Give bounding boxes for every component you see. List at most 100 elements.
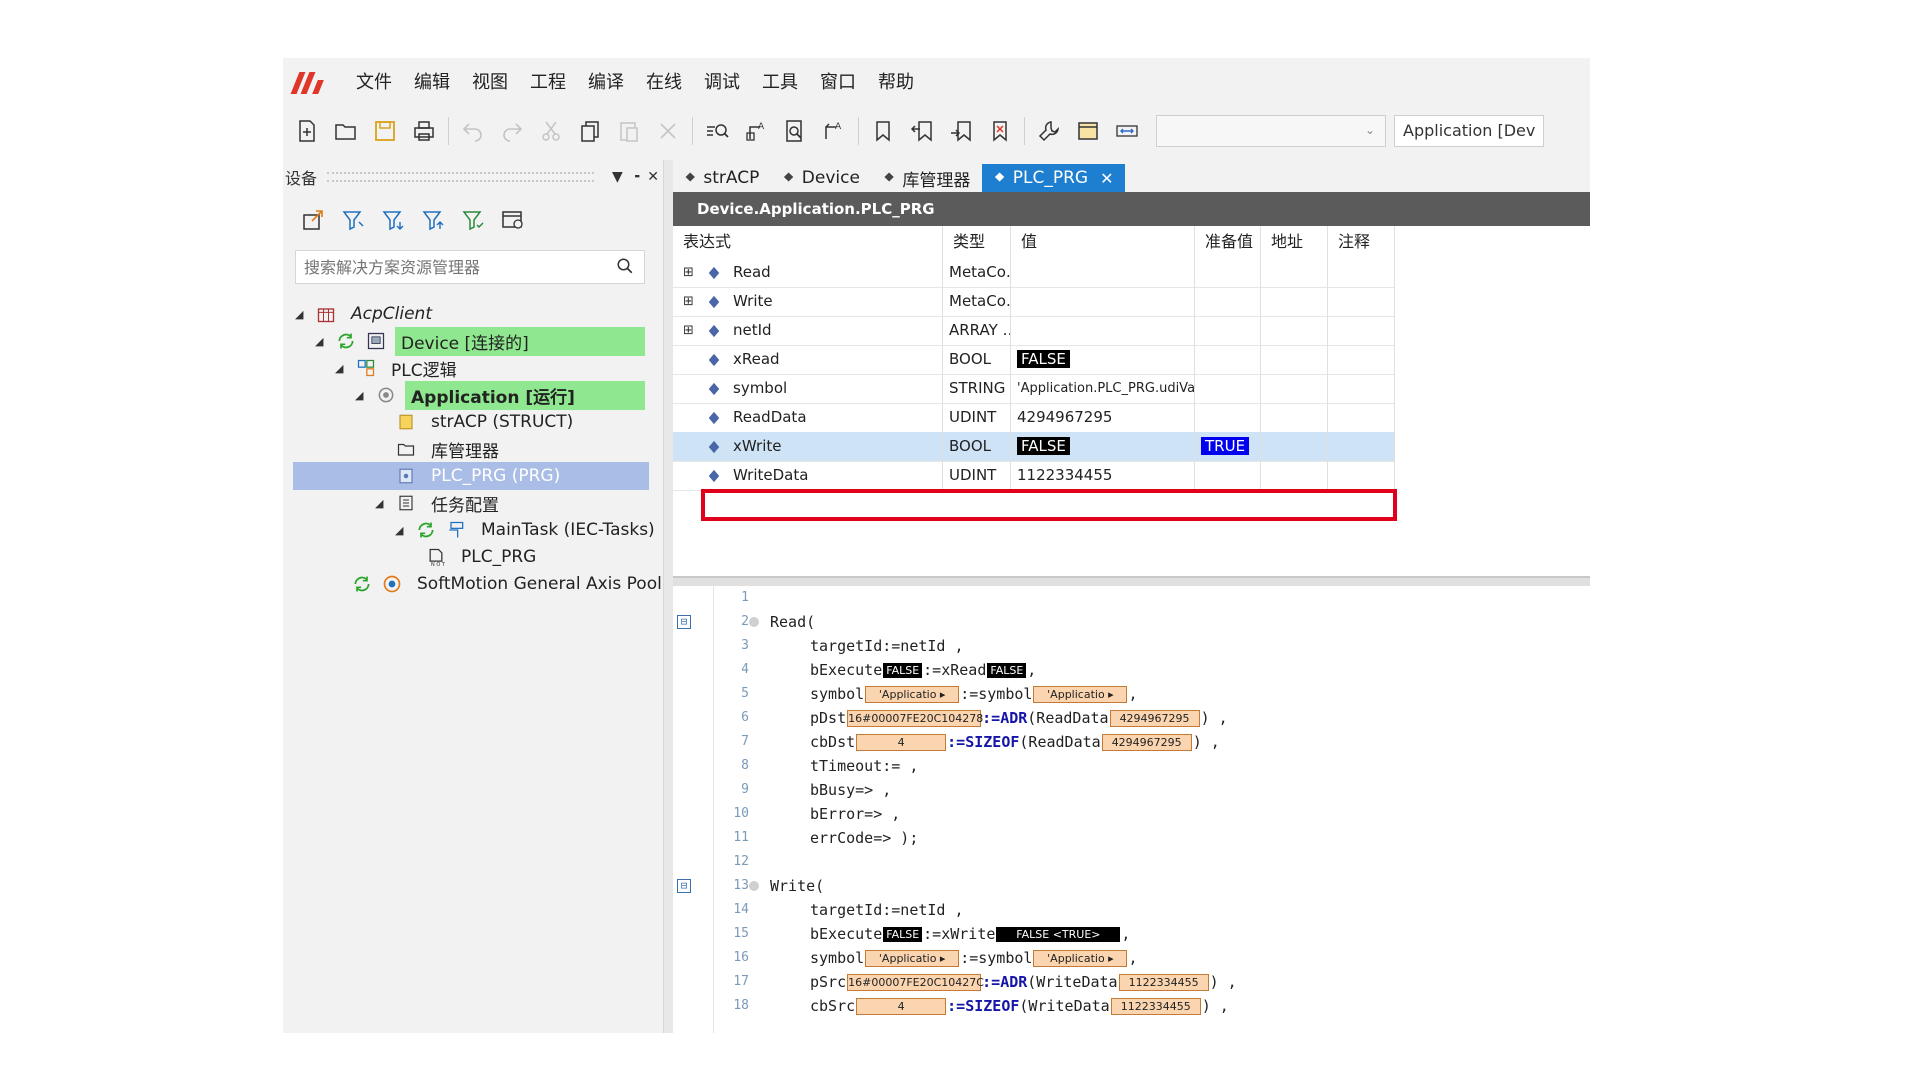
breakpoint-marker[interactable]: [749, 617, 759, 627]
table-row[interactable]: ReadData UDINT 4294967295: [673, 403, 1395, 433]
column-header-prepared-value[interactable]: 准备值: [1195, 226, 1261, 258]
close-icon[interactable]: ✕: [1100, 169, 1113, 188]
tab-library-manager[interactable]: ⯁ 库管理器: [872, 164, 982, 192]
delete-icon[interactable]: [653, 116, 683, 146]
copy-icon[interactable]: [575, 116, 605, 146]
tree-item-application[interactable]: ◢ Application [运行]: [355, 380, 645, 410]
cell-prepared-value[interactable]: [1195, 345, 1261, 374]
bookmark-icon[interactable]: [868, 116, 898, 146]
window-icon[interactable]: [1073, 116, 1103, 146]
tree-item-plc-prg[interactable]: PLC_PRG (PRG): [293, 462, 649, 490]
replace-icon[interactable]: A: [741, 116, 771, 146]
filter-down-icon[interactable]: [379, 206, 407, 234]
tree-item-task-config[interactable]: ◢ 任务配置: [375, 489, 505, 517]
menu-help[interactable]: 帮助: [867, 68, 925, 94]
expand-plus-icon[interactable]: ⊞: [683, 316, 695, 345]
cut-icon[interactable]: [536, 116, 566, 146]
filter-icon[interactable]: [339, 206, 367, 234]
tree-item-library-manager[interactable]: 库管理器: [395, 435, 505, 463]
expand-arrow-icon[interactable]: ◢: [335, 362, 349, 375]
tab-stracp[interactable]: ⯁ strACP: [673, 164, 771, 192]
close-icon[interactable]: ✕: [647, 169, 659, 185]
column-header-comment[interactable]: 注释: [1328, 226, 1395, 258]
code-text: targetId:=netId ,: [810, 637, 964, 655]
open-folder-icon[interactable]: [331, 116, 361, 146]
table-row[interactable]: xRead BOOL FALSE: [673, 345, 1395, 375]
menu-project[interactable]: 工程: [519, 68, 577, 94]
tree-item-plc-prg-call[interactable]: N O T PLC_PRG: [425, 543, 542, 571]
cell-prepared-value[interactable]: [1195, 403, 1261, 432]
find-in-files-icon[interactable]: [780, 116, 810, 146]
table-row[interactable]: WriteData UDINT 1122334455: [673, 461, 1395, 491]
next-bookmark-icon[interactable]: [946, 116, 976, 146]
menu-file[interactable]: 文件: [345, 68, 403, 94]
breakpoint-marker[interactable]: [749, 881, 759, 891]
filter-up-icon[interactable]: [419, 206, 447, 234]
menu-debug[interactable]: 调试: [693, 68, 751, 94]
expand-arrow-icon[interactable]: ◢: [395, 524, 409, 537]
tree-item-stracp[interactable]: strACP (STRUCT): [395, 408, 579, 436]
prev-bookmark-icon[interactable]: [907, 116, 937, 146]
table-row[interactable]: ⊞ netId ARRAY …: [673, 316, 1395, 346]
expand-arrow-icon[interactable]: ◢: [295, 308, 309, 321]
fold-toggle-icon[interactable]: ⊟: [677, 879, 691, 893]
search-icon[interactable]: [616, 257, 634, 279]
panel-dropdown-icon[interactable]: ▼: [612, 169, 623, 185]
column-header-address[interactable]: 地址: [1261, 226, 1328, 258]
fold-toggle-icon[interactable]: ⊟: [677, 615, 691, 629]
menu-build[interactable]: 编译: [577, 68, 635, 94]
table-row[interactable]: ⊞ Read MetaCo…: [673, 258, 1395, 288]
save-icon[interactable]: [370, 116, 400, 146]
column-header-type[interactable]: 类型: [943, 226, 1011, 258]
replace-in-files-icon[interactable]: A: [819, 116, 849, 146]
expand-arrow-icon[interactable]: ◢: [375, 497, 389, 510]
cell-prepared-value[interactable]: [1195, 287, 1261, 316]
menu-edit[interactable]: 编辑: [403, 68, 461, 94]
code-editor[interactable]: 1 ⊟ 2 Read( 3 targetId:=netId , 4 bExecu…: [673, 586, 1590, 1033]
filter-green-icon[interactable]: [459, 206, 487, 234]
clear-bookmark-icon[interactable]: [985, 116, 1015, 146]
expand-plus-icon[interactable]: ⊞: [683, 258, 695, 287]
redo-icon[interactable]: [497, 116, 527, 146]
wrench-icon[interactable]: [1034, 116, 1064, 146]
paste-icon[interactable]: [614, 116, 644, 146]
tree-item-acpclient[interactable]: ◢ AcpClient: [295, 300, 438, 328]
view-settings-icon[interactable]: [499, 206, 527, 234]
toolbar-combo[interactable]: ⌄: [1156, 115, 1386, 147]
cell-prepared-value[interactable]: TRUE: [1195, 432, 1261, 461]
cell-prepared-value[interactable]: [1195, 461, 1261, 490]
active-application-field[interactable]: Application [Dev: [1394, 115, 1544, 147]
editor-splitter[interactable]: [673, 576, 1590, 586]
tree-item-plc-logic[interactable]: ◢ PLC逻辑: [335, 354, 463, 382]
cell-prepared-value[interactable]: [1195, 316, 1261, 345]
find-icon[interactable]: [702, 116, 732, 146]
tree-item-axis-pool[interactable]: SoftMotion General Axis Pool: [351, 570, 668, 598]
arrows-icon[interactable]: [1112, 116, 1142, 146]
table-row[interactable]: ⊞ Write MetaCo…: [673, 287, 1395, 317]
table-row[interactable]: symbol STRING 'Application.PLC_PRG.udiVa…: [673, 374, 1395, 404]
panel-grip[interactable]: [327, 172, 595, 182]
new-file-icon[interactable]: [292, 116, 322, 146]
tab-device[interactable]: ⯁ Device: [771, 164, 872, 192]
tree-item-maintask[interactable]: ◢ MainTask (IEC-Tasks): [395, 516, 661, 544]
menu-tools[interactable]: 工具: [751, 68, 809, 94]
export-icon[interactable]: [299, 206, 327, 234]
tab-plc-prg[interactable]: ⯁ PLC_PRG ✕: [982, 164, 1126, 192]
column-header-expression[interactable]: 表达式: [673, 226, 943, 258]
cell-expression: Write: [733, 292, 773, 310]
print-icon[interactable]: [409, 116, 439, 146]
tree-item-device[interactable]: ◢ Device [连接的]: [315, 326, 645, 356]
table-row-selected[interactable]: xWrite BOOL FALSE TRUE: [673, 432, 1395, 462]
menu-view[interactable]: 视图: [461, 68, 519, 94]
expand-plus-icon[interactable]: ⊞: [683, 287, 695, 316]
menu-window[interactable]: 窗口: [809, 68, 867, 94]
expand-arrow-icon[interactable]: ◢: [355, 389, 369, 402]
column-header-value[interactable]: 值: [1011, 226, 1195, 258]
cell-prepared-value[interactable]: [1195, 374, 1261, 403]
expand-arrow-icon[interactable]: ◢: [315, 335, 329, 348]
search-input[interactable]: [296, 251, 606, 283]
undo-icon[interactable]: [458, 116, 488, 146]
cell-prepared-value[interactable]: [1195, 258, 1261, 287]
menu-online[interactable]: 在线: [635, 68, 693, 94]
pin-icon[interactable]: ╺: [631, 169, 639, 185]
